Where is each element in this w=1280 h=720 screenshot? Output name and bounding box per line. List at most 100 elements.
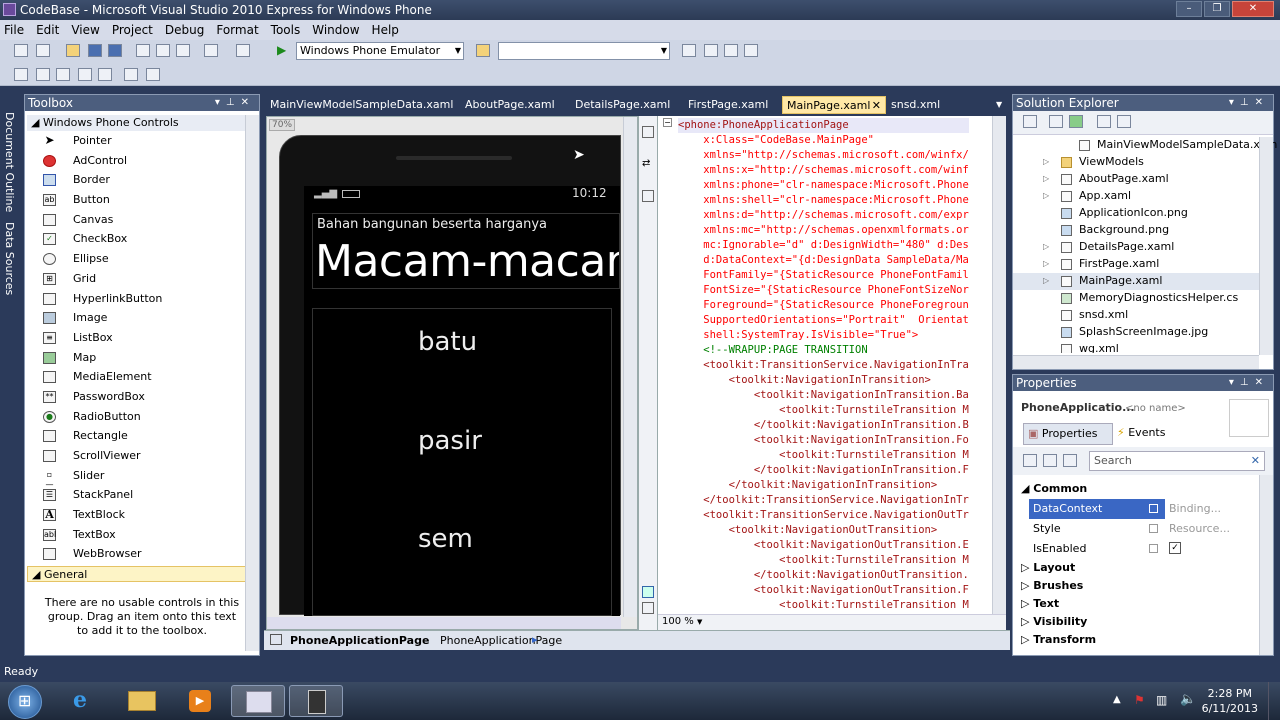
section-visibility[interactable]: ▷ Visibility bbox=[1021, 613, 1259, 631]
property-row-selected[interactable]: DataContext Binding... bbox=[1029, 499, 1253, 519]
toolbox-item[interactable]: Map bbox=[25, 348, 259, 368]
code-v-scrollbar[interactable] bbox=[992, 116, 1006, 614]
solution-item[interactable]: MainViewModelSampleData.xam bbox=[1013, 137, 1277, 154]
show-all-files-icon[interactable] bbox=[1049, 115, 1063, 128]
collapse-region-icon[interactable]: − bbox=[663, 118, 672, 127]
expand-arrow-icon[interactable]: ▷ bbox=[1043, 239, 1049, 256]
list-item[interactable]: pasir bbox=[418, 426, 482, 456]
font-icon[interactable] bbox=[78, 68, 92, 81]
find-in-files-icon[interactable] bbox=[476, 44, 490, 57]
horizontal-split-icon[interactable] bbox=[642, 602, 654, 614]
section-brushes[interactable]: ▷ Brushes bbox=[1021, 577, 1259, 595]
expand-arrow-icon[interactable]: ▷ bbox=[1043, 273, 1049, 290]
swap-panes-icon[interactable] bbox=[642, 126, 654, 138]
toolbox-general-group[interactable]: ◢ General bbox=[27, 566, 257, 583]
solution-item[interactable]: ▷ App.xaml bbox=[1013, 188, 1261, 205]
code-zoom-combo[interactable]: 100 % bbox=[662, 616, 694, 627]
properties-v-scrollbar[interactable] bbox=[1259, 475, 1273, 655]
undo-icon[interactable] bbox=[204, 44, 218, 57]
tab-aboutpage[interactable]: AboutPage.xaml bbox=[465, 96, 555, 114]
open-folder-icon[interactable] bbox=[66, 44, 80, 57]
close-button[interactable]: ✕ bbox=[1232, 1, 1274, 17]
taskbar-media-player[interactable]: ▶ bbox=[173, 685, 227, 717]
toolbox-item[interactable]: Rectangle bbox=[25, 426, 259, 446]
solution-item[interactable]: MemoryDiagnosticsHelper.cs bbox=[1013, 290, 1261, 307]
solution-explorer-v-scrollbar[interactable] bbox=[1259, 137, 1273, 355]
list-item[interactable]: batu bbox=[418, 327, 477, 357]
menu-view[interactable]: View bbox=[65, 20, 105, 40]
toolbox-item[interactable]: WebBrowser bbox=[25, 544, 259, 564]
toolbox-item[interactable]: ☰ StackPanel bbox=[25, 485, 259, 505]
redo-icon[interactable] bbox=[236, 44, 250, 57]
solution-item[interactable]: snsd.xml bbox=[1013, 307, 1261, 324]
toolbox-item[interactable]: Ellipse bbox=[25, 249, 259, 269]
toolbox-item[interactable]: A TextBlock bbox=[25, 505, 259, 525]
show-desktop-button[interactable] bbox=[1268, 682, 1280, 720]
sort-alphabetical-icon[interactable] bbox=[1043, 454, 1057, 467]
view-code-icon[interactable] bbox=[1097, 115, 1111, 128]
solution-item[interactable]: ▷ ViewModels bbox=[1013, 154, 1261, 171]
toolbox-item[interactable]: Image bbox=[25, 308, 259, 328]
tab-overflow-chevron-icon[interactable]: ▼ bbox=[996, 96, 1002, 114]
solution-item[interactable]: ▷ DetailsPage.xaml bbox=[1013, 239, 1261, 256]
copy-icon[interactable] bbox=[156, 44, 170, 57]
expand-arrow-icon[interactable]: ▷ bbox=[1043, 256, 1049, 273]
format-icon[interactable] bbox=[98, 68, 112, 81]
breadcrumb-item[interactable]: PhoneApplicationPage bbox=[440, 634, 562, 647]
cut-icon[interactable] bbox=[136, 44, 150, 57]
isenabled-checkbox[interactable]: ✓ bbox=[1169, 542, 1181, 554]
document-outline-tab[interactable]: Document Outline bbox=[3, 112, 16, 212]
toolbox-item[interactable]: AdControl bbox=[25, 151, 259, 171]
menu-file[interactable]: File bbox=[0, 20, 30, 40]
toolbox-item[interactable]: HyperlinkButton bbox=[25, 289, 259, 309]
toolbox-item[interactable]: ➤ Pointer bbox=[25, 131, 259, 151]
collapse-pane-icon[interactable] bbox=[642, 190, 654, 202]
list-item[interactable]: sem bbox=[418, 524, 473, 554]
advanced-property-icon[interactable] bbox=[1149, 524, 1158, 533]
refresh-icon[interactable] bbox=[1069, 115, 1083, 128]
properties-search-input[interactable]: Search ✕ bbox=[1089, 451, 1265, 471]
categorized-icon[interactable] bbox=[1023, 454, 1037, 467]
toolbox-item[interactable]: Border bbox=[25, 170, 259, 190]
property-value[interactable]: Binding... bbox=[1165, 499, 1253, 519]
breadcrumb-root[interactable]: PhoneApplicationPage bbox=[290, 634, 429, 647]
chevron-down-icon[interactable]: ▼ bbox=[697, 618, 702, 626]
view-designer-icon[interactable] bbox=[1117, 115, 1131, 128]
toolbox-item[interactable]: ScrollViewer bbox=[25, 446, 259, 466]
menu-project[interactable]: Project bbox=[106, 20, 159, 40]
toolbox-item[interactable]: ab Button bbox=[25, 190, 259, 210]
section-transform[interactable]: ▷ Transform bbox=[1021, 631, 1259, 649]
tab-mainviewmodelsampledata[interactable]: MainViewModelSampleData.xaml bbox=[270, 96, 453, 114]
expand-arrow-icon[interactable]: ▷ bbox=[1043, 188, 1049, 205]
show-hidden-icons[interactable]: ▲ bbox=[1113, 694, 1121, 705]
designer-zoom-label[interactable]: 70% bbox=[269, 119, 296, 131]
properties-icon[interactable] bbox=[704, 44, 718, 57]
solution-item[interactable]: Background.png bbox=[1013, 222, 1261, 239]
paste-icon[interactable] bbox=[176, 44, 190, 57]
tab-detailspage[interactable]: DetailsPage.xaml bbox=[575, 96, 670, 114]
property-value[interactable]: Resource... bbox=[1165, 519, 1253, 539]
clear-search-icon[interactable]: ✕ bbox=[1251, 452, 1260, 470]
section-layout[interactable]: ▷ Layout bbox=[1021, 559, 1259, 577]
volume-icon[interactable]: 🔈 bbox=[1180, 692, 1196, 707]
properties-tab[interactable]: ▣ Properties bbox=[1023, 423, 1113, 445]
start-page-icon[interactable] bbox=[744, 44, 758, 57]
advanced-property-icon[interactable] bbox=[1149, 504, 1158, 513]
align-center-icon[interactable] bbox=[36, 68, 50, 81]
toolbox-item[interactable]: ● RadioButton bbox=[25, 407, 259, 427]
network-icon[interactable]: ▥ bbox=[1156, 693, 1167, 707]
breadcrumb-arrow-icon[interactable]: ▸ bbox=[532, 633, 538, 646]
uncomment-icon[interactable] bbox=[146, 68, 160, 81]
solution-item[interactable]: wg.xml bbox=[1013, 341, 1261, 353]
toolbox-empty-note[interactable]: There are no usable controls in this gro… bbox=[25, 582, 259, 638]
solution-item[interactable]: ▷ AboutPage.xaml bbox=[1013, 171, 1261, 188]
save-all-icon[interactable] bbox=[108, 44, 122, 57]
tab-mainpage[interactable]: MainPage.xaml ✕ bbox=[782, 96, 886, 114]
pane-pin-icon[interactable]: ▾⊥✕ bbox=[215, 95, 255, 111]
swap-arrows-icon[interactable]: ⇄ bbox=[642, 158, 650, 169]
expand-arrow-icon[interactable]: ▷ bbox=[1043, 154, 1049, 171]
menu-edit[interactable]: Edit bbox=[30, 20, 65, 40]
find-combo[interactable]: ▼ bbox=[498, 42, 670, 60]
toolbox-scrollbar[interactable] bbox=[245, 115, 259, 651]
property-row[interactable]: IsEnabled ✓ bbox=[1029, 539, 1253, 559]
